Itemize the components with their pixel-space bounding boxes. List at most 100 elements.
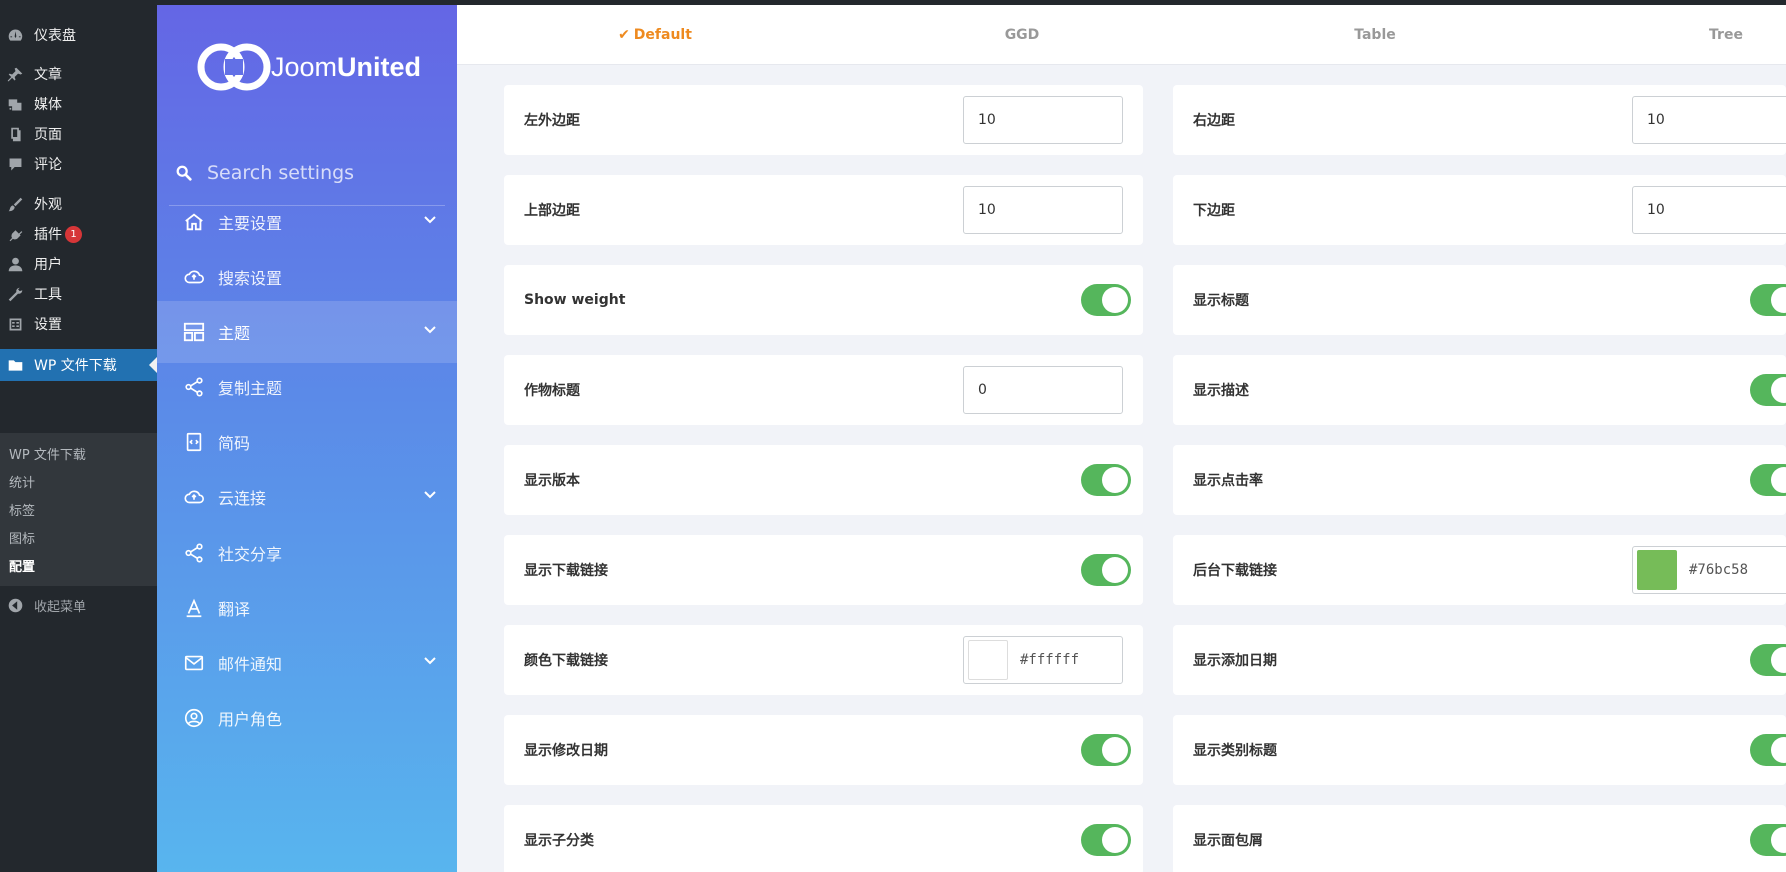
wp-submenu: WP 文件下载 统计 标签 图标 配置 xyxy=(0,433,157,586)
wp-submenu-item[interactable]: 图标 xyxy=(0,523,157,551)
setting-label: 显示修改日期 xyxy=(524,743,608,759)
setting-row: 显示添加日期 xyxy=(1173,625,1786,695)
setting-label: 作物标题 xyxy=(524,383,580,399)
folder-icon xyxy=(6,356,24,374)
setting-row: 上部边距 xyxy=(504,175,1143,245)
wp-menu-label: 插件 xyxy=(34,227,62,243)
sidebar-item-label: 用户角色 xyxy=(218,710,283,729)
wp-menu-settings[interactable]: 设置 xyxy=(0,308,157,340)
sidebar-item-search-settings[interactable]: 搜索设置 xyxy=(157,246,457,308)
setting-toggle[interactable] xyxy=(1081,734,1131,766)
toggle-knob xyxy=(1102,467,1128,493)
wp-menu-plugins[interactable]: 插件 1 xyxy=(0,218,157,250)
tab-table[interactable]: Table xyxy=(1275,5,1475,65)
theme-tabs: ✔ Default GGD Table Tree xyxy=(457,5,1786,65)
tab-ggd[interactable]: GGD xyxy=(922,5,1122,65)
tab-label: GGD xyxy=(1004,27,1040,43)
media-icon xyxy=(6,95,24,113)
wp-menu-pages[interactable]: 页面 xyxy=(0,118,157,150)
setting-label: 显示描述 xyxy=(1193,383,1249,399)
toggle-knob xyxy=(1771,647,1786,673)
toggle-knob xyxy=(1102,287,1128,313)
collapse-arrow-icon xyxy=(6,596,24,614)
setting-number-input[interactable] xyxy=(963,96,1123,144)
setting-row: 显示面包屑 xyxy=(1173,805,1786,872)
setting-toggle[interactable] xyxy=(1750,734,1786,766)
wp-submenu-item[interactable]: 标签 xyxy=(0,495,157,523)
chevron-down-icon xyxy=(424,657,436,665)
wp-submenu-item[interactable]: 统计 xyxy=(0,467,157,495)
setting-row: Show weight xyxy=(504,265,1143,335)
collapse-menu-button[interactable]: 收起菜单 xyxy=(0,589,157,621)
search-input[interactable] xyxy=(207,161,437,184)
wp-submenu-item-current[interactable]: 配置 xyxy=(0,551,157,579)
sidebar-item-label: 主题 xyxy=(218,324,251,343)
setting-toggle[interactable] xyxy=(1081,464,1131,496)
sidebar-item-label: 简码 xyxy=(218,434,251,453)
toggle-knob xyxy=(1771,287,1786,313)
wp-menu-label: 设置 xyxy=(34,317,62,333)
chevron-down-icon xyxy=(424,326,436,334)
tab-tree[interactable]: Tree xyxy=(1626,5,1786,65)
setting-toggle[interactable] xyxy=(1081,554,1131,586)
setting-number-input[interactable] xyxy=(1632,96,1786,144)
setting-toggle[interactable] xyxy=(1750,464,1786,496)
wp-menu-label: 用户 xyxy=(34,257,62,273)
wp-menu-posts[interactable]: 文章 xyxy=(0,58,157,90)
sidebar-item-main-settings[interactable]: 主要设置 xyxy=(157,191,457,253)
sidebar-item-theme[interactable]: 主题 xyxy=(157,301,457,363)
toggle-knob xyxy=(1102,737,1128,763)
wp-menu-appearance[interactable]: 外观 xyxy=(0,188,157,220)
setting-toggle[interactable] xyxy=(1750,284,1786,316)
setting-row: 显示类别标题 xyxy=(1173,715,1786,785)
wp-menu-users[interactable]: 用户 xyxy=(0,248,157,280)
wp-menu-media[interactable]: 媒体 xyxy=(0,88,157,120)
sidebar-item-label: 复制主题 xyxy=(218,379,283,398)
color-swatch[interactable] xyxy=(968,640,1008,680)
joomunited-logo: JoomUnited xyxy=(195,39,425,95)
setting-toggle[interactable] xyxy=(1750,824,1786,856)
setting-number-input[interactable] xyxy=(963,186,1123,234)
setting-number-input[interactable] xyxy=(1632,186,1786,234)
wp-menu-dashboard[interactable]: 仪表盘 xyxy=(0,19,157,51)
wp-menu-label: 页面 xyxy=(34,127,62,143)
collapse-menu-label: 收起菜单 xyxy=(34,599,87,615)
tab-label: Table xyxy=(1354,27,1396,43)
setting-row: 显示子分类 xyxy=(504,805,1143,872)
setting-label: 后台下载链接 xyxy=(1193,563,1277,579)
toggle-knob xyxy=(1771,377,1786,403)
wp-menu-label: WP 文件下载 xyxy=(34,358,117,374)
sidebar-item-mail-notification[interactable]: 邮件通知 xyxy=(157,632,457,694)
wrench-icon xyxy=(6,285,24,303)
sidebar-item-translate[interactable]: 翻译 xyxy=(157,577,457,639)
tab-default[interactable]: ✔ Default xyxy=(555,5,755,65)
setting-label: 左外边距 xyxy=(524,113,580,129)
setting-row: 显示点击率 xyxy=(1173,445,1786,515)
sidebar-item-shortcode[interactable]: 简码 xyxy=(157,411,457,473)
sidebar-item-user-roles[interactable]: 用户角色 xyxy=(157,687,457,749)
setting-toggle[interactable] xyxy=(1750,644,1786,676)
setting-label: 下边距 xyxy=(1193,203,1235,219)
setting-toggle[interactable] xyxy=(1081,824,1131,856)
setting-number-input[interactable] xyxy=(963,366,1123,414)
wp-menu-wp-file-download[interactable]: WP 文件下载 xyxy=(0,349,157,381)
color-swatch[interactable] xyxy=(1637,550,1677,590)
setting-row: 右边距 xyxy=(1173,85,1786,155)
setting-color-picker[interactable]: #76bc58 xyxy=(1632,546,1786,594)
social-share-icon xyxy=(182,541,206,565)
wp-menu-comments[interactable]: 评论 xyxy=(0,148,157,180)
translate-icon xyxy=(182,596,206,620)
setting-label: 右边距 xyxy=(1193,113,1235,129)
setting-toggle[interactable] xyxy=(1750,374,1786,406)
sidebar-item-cloud-connection[interactable]: 云连接 xyxy=(157,466,457,528)
wp-admin-menu: 仪表盘 文章 媒体 页面 评论 外观 插件 1 用户 工具 设置 WP 文件下载 xyxy=(0,5,157,872)
setting-color-picker[interactable]: #ffffff xyxy=(963,636,1123,684)
setting-toggle[interactable] xyxy=(1081,284,1131,316)
setting-label: 显示版本 xyxy=(524,473,580,489)
wp-submenu-item[interactable]: WP 文件下载 xyxy=(0,439,157,467)
wp-menu-label: 媒体 xyxy=(34,97,62,113)
wp-menu-tools[interactable]: 工具 xyxy=(0,278,157,310)
sidebar-item-social-share[interactable]: 社交分享 xyxy=(157,522,457,584)
setting-row: 颜色下载链接 #ffffff xyxy=(504,625,1143,695)
sidebar-item-copy-theme[interactable]: 复制主题 xyxy=(157,356,457,418)
